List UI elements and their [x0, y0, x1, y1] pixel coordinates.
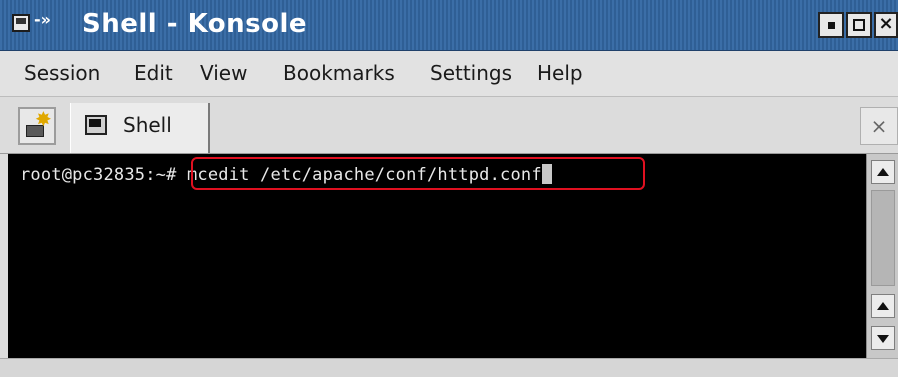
minimize-button[interactable] — [818, 12, 844, 38]
window-menu-icon[interactable] — [12, 14, 30, 32]
maximize-button[interactable] — [846, 12, 872, 38]
scroll-up-button-lower[interactable] — [871, 294, 895, 318]
terminal-icon — [85, 115, 107, 135]
terminal-prompt: root@pc32835:~# — [20, 165, 187, 185]
menu-session[interactable]: Session — [24, 61, 100, 85]
scrollbar-thumb[interactable] — [871, 190, 895, 286]
close-button[interactable]: × — [874, 12, 898, 38]
title-arrow-icon: -» — [34, 10, 51, 29]
arrow-up-icon — [877, 168, 889, 176]
menu-settings[interactable]: Settings — [430, 61, 512, 85]
arrow-up-icon — [877, 302, 889, 310]
scroll-up-button[interactable] — [871, 160, 895, 184]
tab-label: Shell — [123, 113, 172, 137]
scroll-down-button[interactable] — [871, 326, 895, 350]
new-session-icon[interactable] — [18, 107, 56, 145]
close-session-icon[interactable]: ⨯ — [860, 107, 898, 145]
menu-view[interactable]: View — [200, 61, 247, 85]
window-bottom-frame — [0, 358, 898, 377]
menu-bar: Session Edit View Bookmarks Settings Hel… — [0, 51, 898, 97]
arrow-down-icon — [877, 335, 889, 343]
vertical-scrollbar[interactable] — [866, 154, 898, 358]
menu-bookmarks[interactable]: Bookmarks — [283, 61, 395, 85]
tab-bar: Shell ⨯ — [0, 97, 898, 154]
window-title: Shell - Konsole — [82, 9, 308, 39]
command-highlight-box — [191, 157, 645, 190]
title-bar[interactable]: -» Shell - Konsole × — [0, 0, 898, 51]
menu-help[interactable]: Help — [537, 61, 583, 85]
menu-edit[interactable]: Edit — [134, 61, 173, 85]
konsole-window: -» Shell - Konsole × Session Edit View B… — [0, 0, 898, 377]
tab-shell[interactable]: Shell — [70, 103, 210, 153]
